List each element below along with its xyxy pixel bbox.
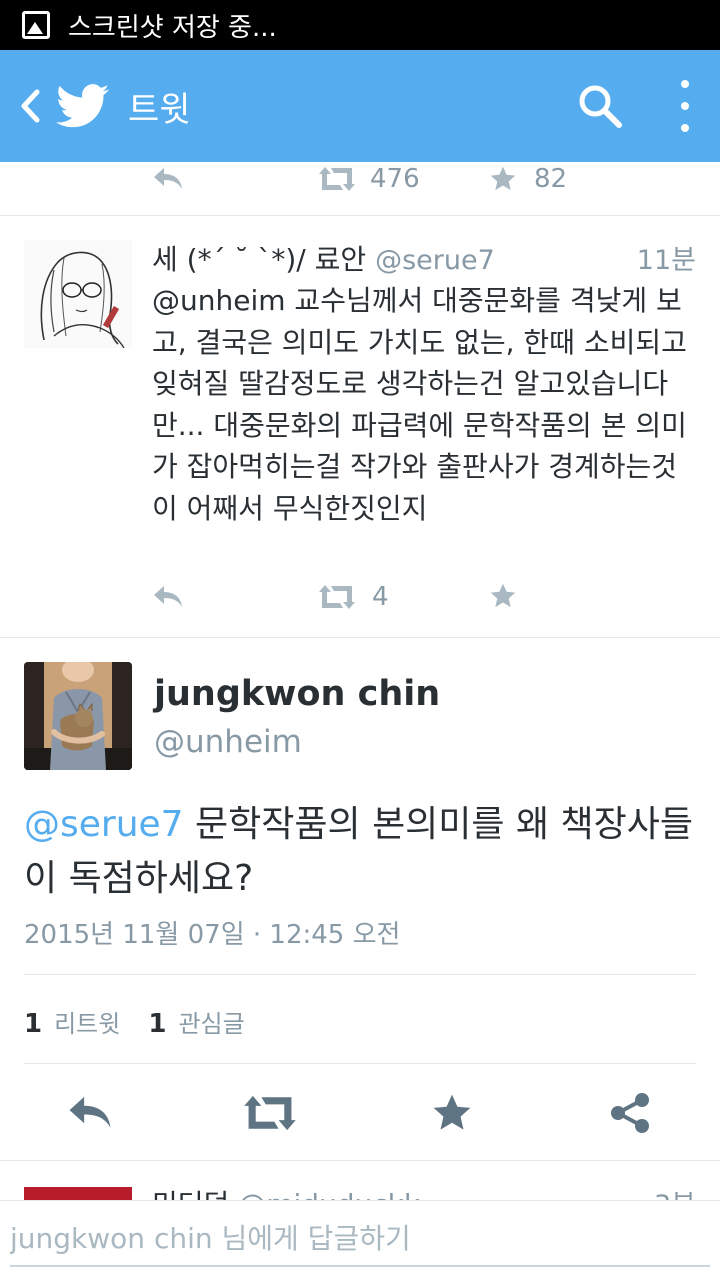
reply-tweet[interactable]: 세 (*´ ˘ `*)/ 료안 @serue7 11분 @unheim 교수님께… — [0, 216, 720, 638]
avatar[interactable] — [24, 240, 132, 348]
share-icon[interactable] — [606, 1090, 654, 1136]
author-name[interactable]: 세 (*´ ˘ `*)/ 료안 @serue7 — [152, 238, 495, 278]
star-icon — [490, 583, 516, 608]
favorite-button[interactable] — [488, 582, 518, 610]
reply-input[interactable] — [10, 1211, 710, 1267]
retweet-icon — [319, 167, 355, 191]
author-handle[interactable]: @unheim — [154, 724, 302, 760]
mention-link[interactable]: @unheim — [152, 284, 286, 317]
retweet-button[interactable]: 4 — [318, 582, 389, 612]
tweet-time: 11분 — [636, 245, 696, 276]
action-bar: 트윗 — [0, 50, 720, 162]
next-tweet[interactable]: 미더덕 @miduduckk 3분 — [0, 1160, 720, 1200]
reply-icon[interactable] — [66, 1090, 114, 1136]
star-icon[interactable] — [428, 1090, 476, 1136]
reply-icon[interactable] — [152, 166, 184, 192]
search-icon[interactable] — [576, 82, 624, 130]
favorite-label[interactable]: 관심글 — [178, 1004, 244, 1039]
image-icon — [22, 11, 50, 39]
reply-bar — [0, 1200, 720, 1280]
retweet-icon — [319, 585, 355, 609]
tweet-stats: 1 리트윗 1 관심글 — [24, 1004, 245, 1039]
twitter-bird-icon — [56, 79, 110, 133]
tweet-text: @unheim 교수님께서 대중문화를 격낮게 보고, 결국은 의미도 가치도 … — [152, 284, 687, 525]
retweet-button[interactable]: 476 — [318, 164, 420, 194]
chevron-left-icon[interactable] — [10, 76, 50, 136]
author-name: 미더덕 @miduduckk — [152, 1183, 420, 1200]
divider — [24, 974, 696, 975]
retweet-label[interactable]: 리트윗 — [54, 1004, 120, 1039]
star-icon — [490, 166, 516, 191]
tweet-date: 2015년 11월 07일 · 12:45 오전 — [24, 920, 401, 950]
overflow-menu-icon[interactable] — [672, 80, 698, 132]
retweet-count: 476 — [370, 164, 420, 194]
status-text: 스크린샷 저장 중... — [68, 12, 277, 43]
favorite-count: 1 — [148, 1009, 167, 1039]
avatar[interactable] — [24, 1187, 132, 1200]
mention-link[interactable]: @serue7 — [24, 804, 184, 845]
retweet-count: 4 — [372, 582, 389, 612]
tweet-text: @serue7 문학작품의 본의미를 왜 책장사들이 독점하세요? — [24, 804, 694, 899]
favorite-button[interactable]: 82 — [488, 164, 567, 194]
prev-tweet-actions: 476 82 — [0, 162, 720, 216]
status-bar: 스크린샷 저장 중... — [0, 0, 720, 50]
author-handle: @miduduckk — [238, 1188, 420, 1200]
author-name[interactable]: jungkwon chin — [154, 674, 440, 714]
avatar[interactable] — [24, 662, 132, 770]
retweet-icon[interactable] — [242, 1090, 298, 1136]
reply-icon[interactable] — [152, 584, 184, 610]
retweet-count: 1 — [24, 1009, 43, 1039]
tweet-time: 3분 — [654, 1183, 696, 1200]
tweet-actions — [0, 1064, 720, 1160]
favorite-count: 82 — [534, 164, 568, 194]
page-title: 트윗 — [128, 89, 191, 130]
author-handle: @serue7 — [375, 245, 495, 276]
